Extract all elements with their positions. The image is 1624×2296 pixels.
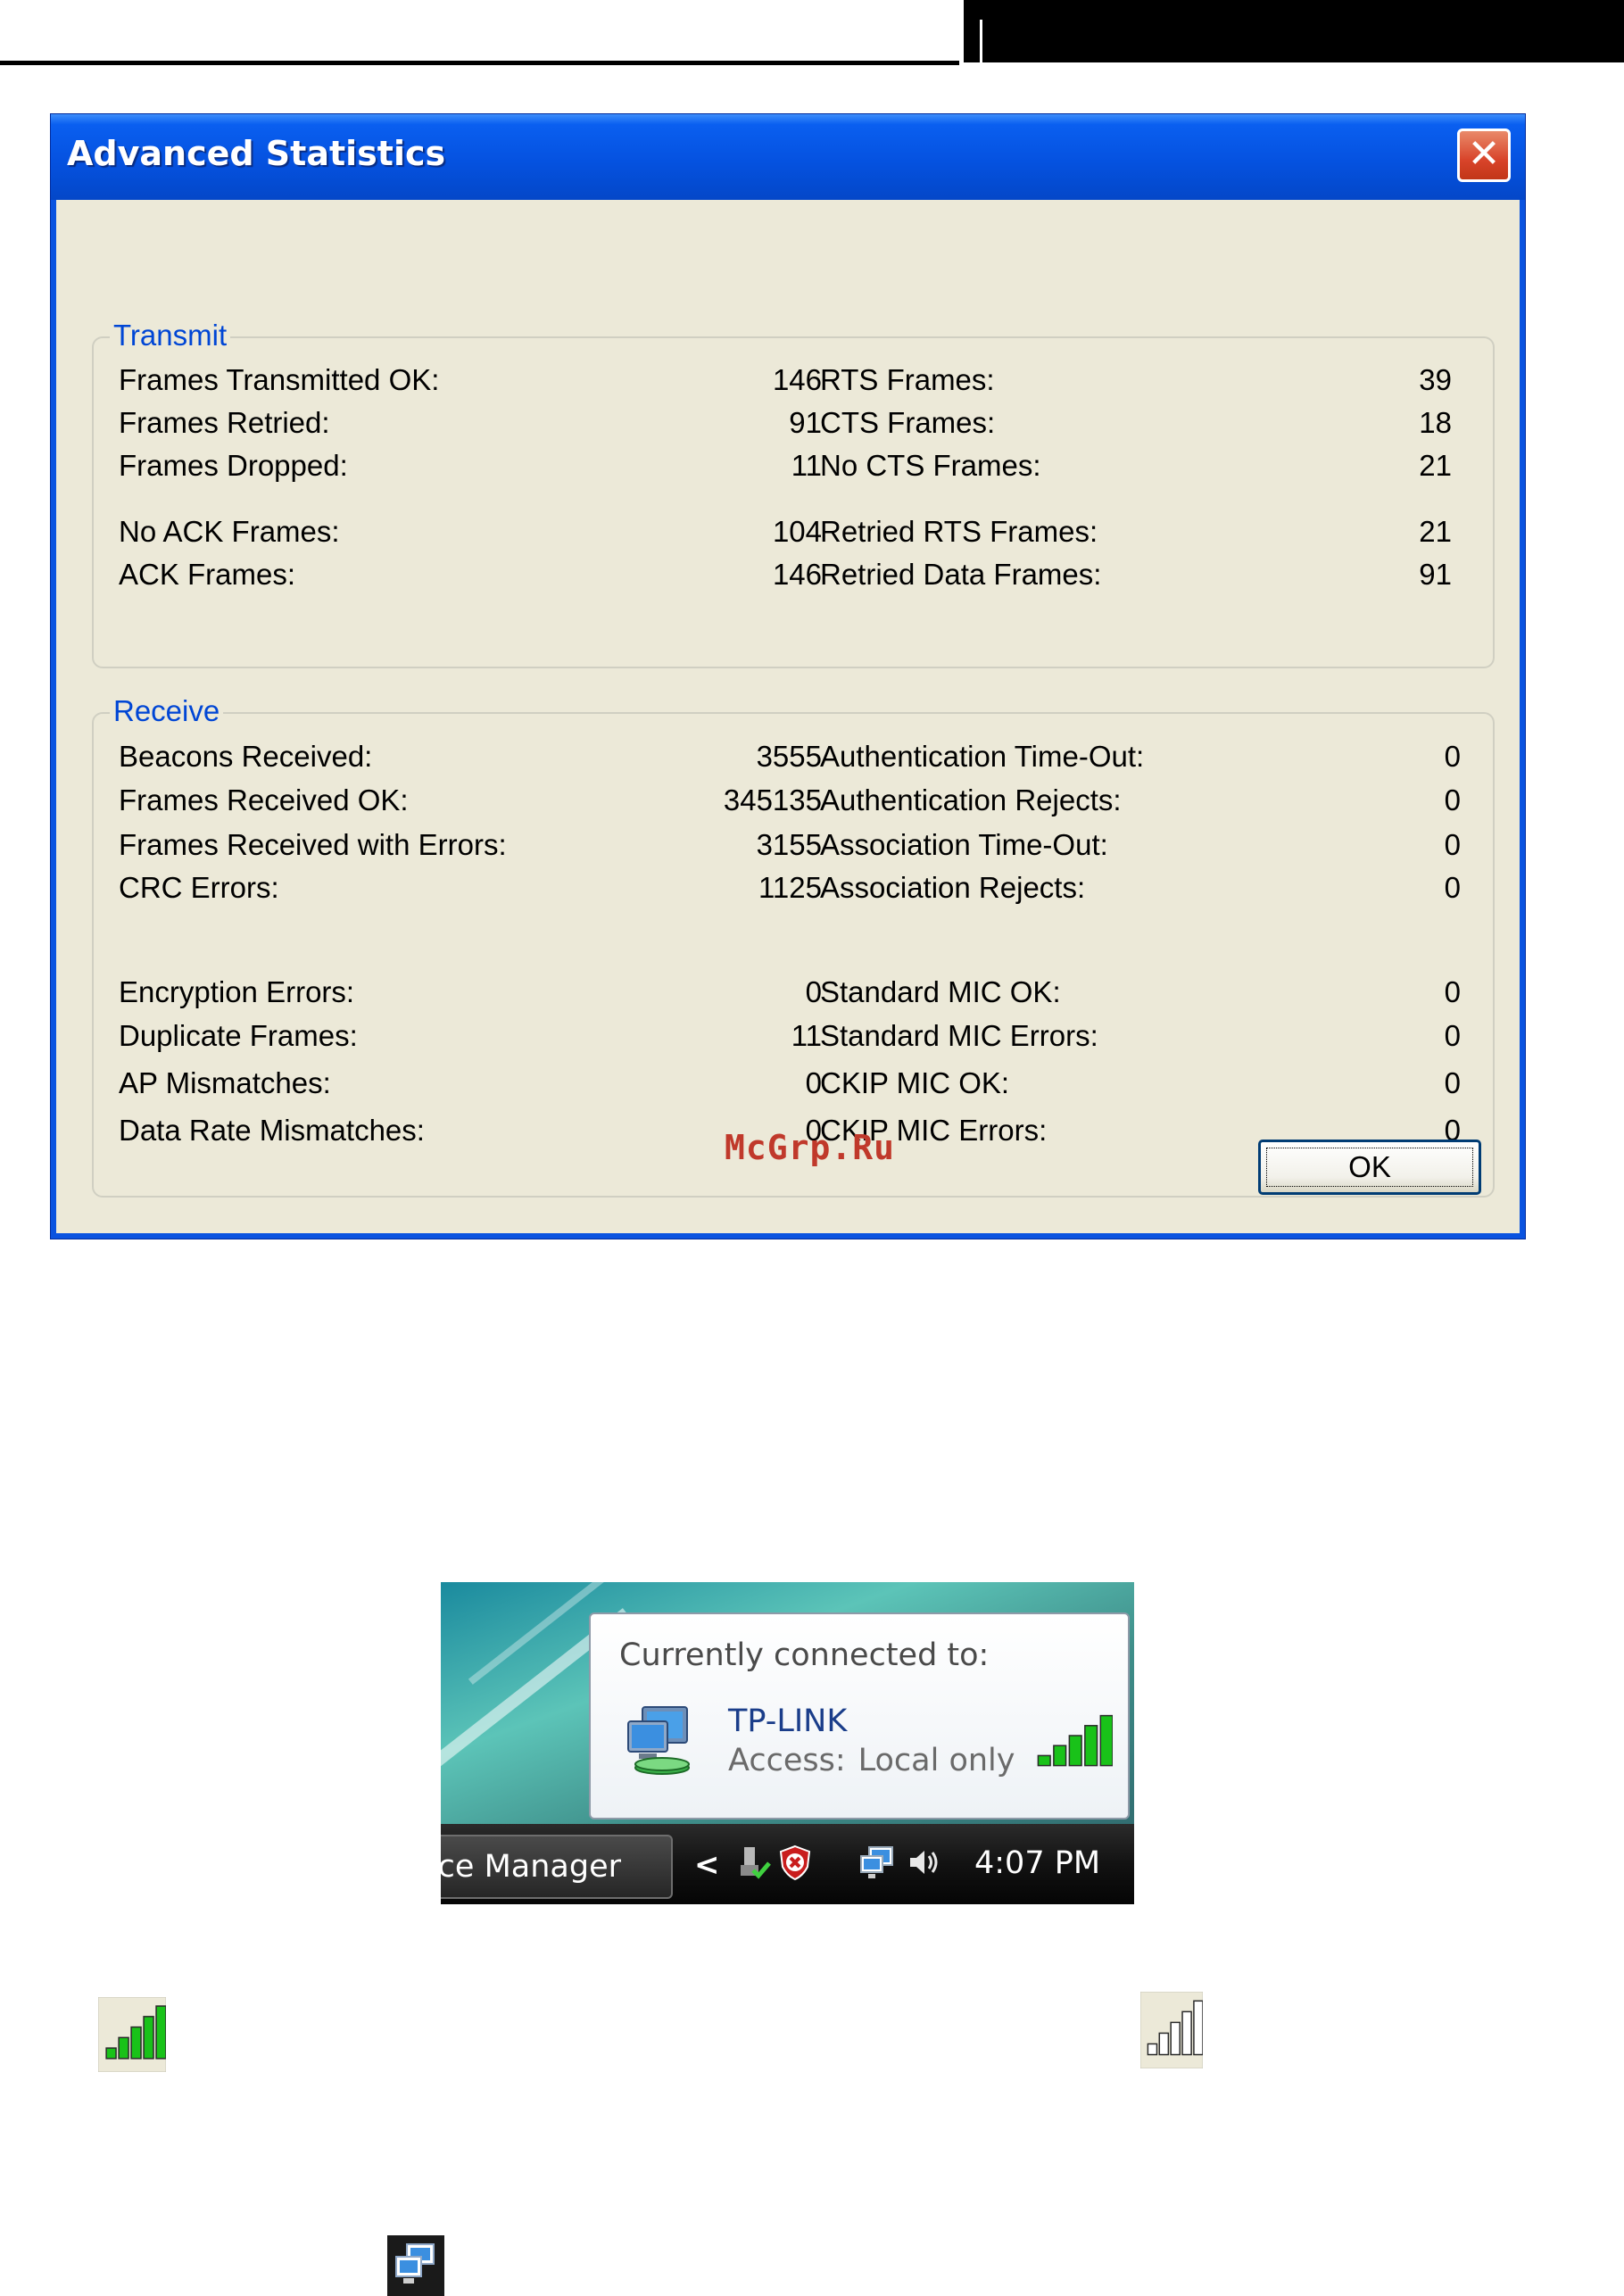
stat-label: No ACK Frames:	[119, 515, 340, 548]
signal-bar	[1037, 1754, 1051, 1767]
signal-bar	[1053, 1745, 1067, 1767]
signal-bar	[1181, 2010, 1192, 2056]
safely-remove-hardware-icon[interactable]	[735, 1844, 773, 1881]
network-access: Access: Local only	[728, 1743, 1015, 1778]
stat-value: 146	[772, 558, 822, 591]
tray-expand-chevron-icon[interactable]: <	[694, 1847, 720, 1883]
stat-value: 3555	[756, 740, 822, 773]
stat-label: CRC Errors:	[119, 871, 279, 904]
stat-label: Data Rate Mismatches:	[119, 1114, 425, 1147]
stat-value: 0	[1444, 871, 1461, 904]
signal-bar	[1158, 2032, 1170, 2056]
stat-label: CKIP MIC OK:	[820, 1066, 1010, 1099]
page-header-block	[964, 0, 1624, 62]
volume-icon[interactable]	[905, 1844, 942, 1881]
stat-value: 0	[1444, 975, 1461, 1008]
stat-label: Association Time-Out:	[820, 828, 1108, 861]
stat-value: 0	[1444, 740, 1461, 773]
stat-label: Standard MIC OK:	[820, 975, 1061, 1008]
stat-label: Frames Transmitted OK:	[119, 363, 440, 396]
stat-label: AP Mismatches:	[119, 1066, 331, 1099]
access-value: Local only	[858, 1743, 1015, 1778]
stat-value: 21	[1419, 515, 1452, 548]
stat-label: Beacons Received:	[119, 740, 373, 773]
signal-bar	[1068, 1735, 1082, 1767]
signal-bar	[1193, 2000, 1203, 2056]
close-icon: ✕	[1467, 131, 1501, 177]
stat-value: 91	[789, 406, 822, 439]
stat-label: Frames Received with Errors:	[119, 828, 507, 861]
signal-strong-icon	[98, 1997, 166, 2072]
stat-value: 0	[1444, 1066, 1461, 1099]
vista-tray-screenshot: Currently connected to: TP-LINK Access: L…	[441, 1582, 1134, 1904]
stat-value: 1125	[758, 871, 822, 904]
signal-bar	[130, 2026, 142, 2060]
stat-value: 146	[772, 363, 822, 396]
stat-value: 11	[791, 449, 822, 482]
access-label: Access:	[728, 1743, 846, 1778]
stat-value: 0	[1444, 828, 1461, 861]
signal-bar	[1099, 1714, 1113, 1767]
stat-label: Authentication Time-Out:	[820, 740, 1145, 773]
stat-value: 3155	[756, 828, 822, 861]
dialog-client-area: Transmit Receive Frames Transmitted OK: 1…	[56, 200, 1520, 1233]
close-button[interactable]: ✕	[1457, 128, 1511, 182]
security-alert-shield-icon[interactable]	[776, 1844, 814, 1881]
stat-label: RTS Frames:	[820, 363, 995, 396]
network-connected-icon	[387, 2235, 444, 2296]
network-status-popup[interactable]: Currently connected to: TP-LINK Access: L…	[589, 1612, 1130, 1819]
stat-value: 345135	[723, 783, 822, 816]
network-name: TP-LINK	[728, 1703, 848, 1739]
stat-label: ACK Frames:	[119, 558, 296, 591]
stat-label: Duplicate Frames:	[119, 1019, 358, 1052]
taskbar-button-device-manager[interactable]: vice Manager	[441, 1835, 673, 1899]
receive-group-label: Receive	[110, 694, 224, 728]
signal-bar	[1147, 2043, 1158, 2056]
signal-bar	[143, 2016, 154, 2060]
stat-label: Encryption Errors:	[119, 975, 355, 1008]
transmit-group-label: Transmit	[110, 319, 231, 352]
signal-bar	[1084, 1725, 1098, 1767]
stat-value: 0	[1444, 1019, 1461, 1052]
ok-button[interactable]: OK	[1258, 1140, 1481, 1195]
stat-label: Frames Received OK:	[119, 783, 409, 816]
stat-label: Standard MIC Errors:	[820, 1019, 1098, 1052]
signal-strength-icon	[1037, 1714, 1113, 1767]
signal-bar	[155, 2005, 166, 2060]
signal-bar	[1170, 2021, 1181, 2056]
taskbar-clock[interactable]: 4:07 PM	[974, 1845, 1100, 1881]
dialog-titlebar[interactable]: Advanced Statistics ✕	[51, 114, 1525, 200]
network-computer-icon	[627, 1706, 690, 1775]
advanced-statistics-dialog: Advanced Statistics ✕ Transmit Receive F…	[50, 113, 1526, 1239]
dialog-title: Advanced Statistics	[67, 134, 446, 173]
stat-value: 0	[1444, 783, 1461, 816]
stat-value: 91	[1419, 558, 1452, 591]
stat-value: 21	[1419, 449, 1452, 482]
stat-label: Retried Data Frames:	[820, 558, 1102, 591]
page-header-rule	[0, 61, 959, 65]
header-separator	[980, 20, 982, 62]
stat-label: Authentication Rejects:	[820, 783, 1122, 816]
stat-label: Frames Dropped:	[119, 449, 348, 482]
signal-none-icon	[1140, 1992, 1203, 2068]
stat-value: 104	[772, 515, 822, 548]
popup-title: Currently connected to:	[619, 1637, 990, 1673]
stat-value: 11	[791, 1019, 822, 1052]
signal-bar	[105, 2047, 117, 2060]
network-tray-icon[interactable]	[858, 1844, 896, 1881]
stat-label: Association Rejects:	[820, 871, 1086, 904]
focus-rect	[1266, 1148, 1473, 1187]
signal-bar	[118, 2036, 129, 2060]
stat-label: Frames Retried:	[119, 406, 330, 439]
stat-label: CTS Frames:	[820, 406, 996, 439]
stat-value: 18	[1419, 406, 1452, 439]
stat-value: 39	[1419, 363, 1452, 396]
taskbar: vice Manager < 4:07 PM	[441, 1824, 1134, 1904]
stat-label: No CTS Frames:	[820, 449, 1041, 482]
watermark: McGrp.Ru	[725, 1128, 896, 1167]
stat-label: Retried RTS Frames:	[820, 515, 1098, 548]
taskbar-button-label: vice Manager	[441, 1849, 621, 1885]
